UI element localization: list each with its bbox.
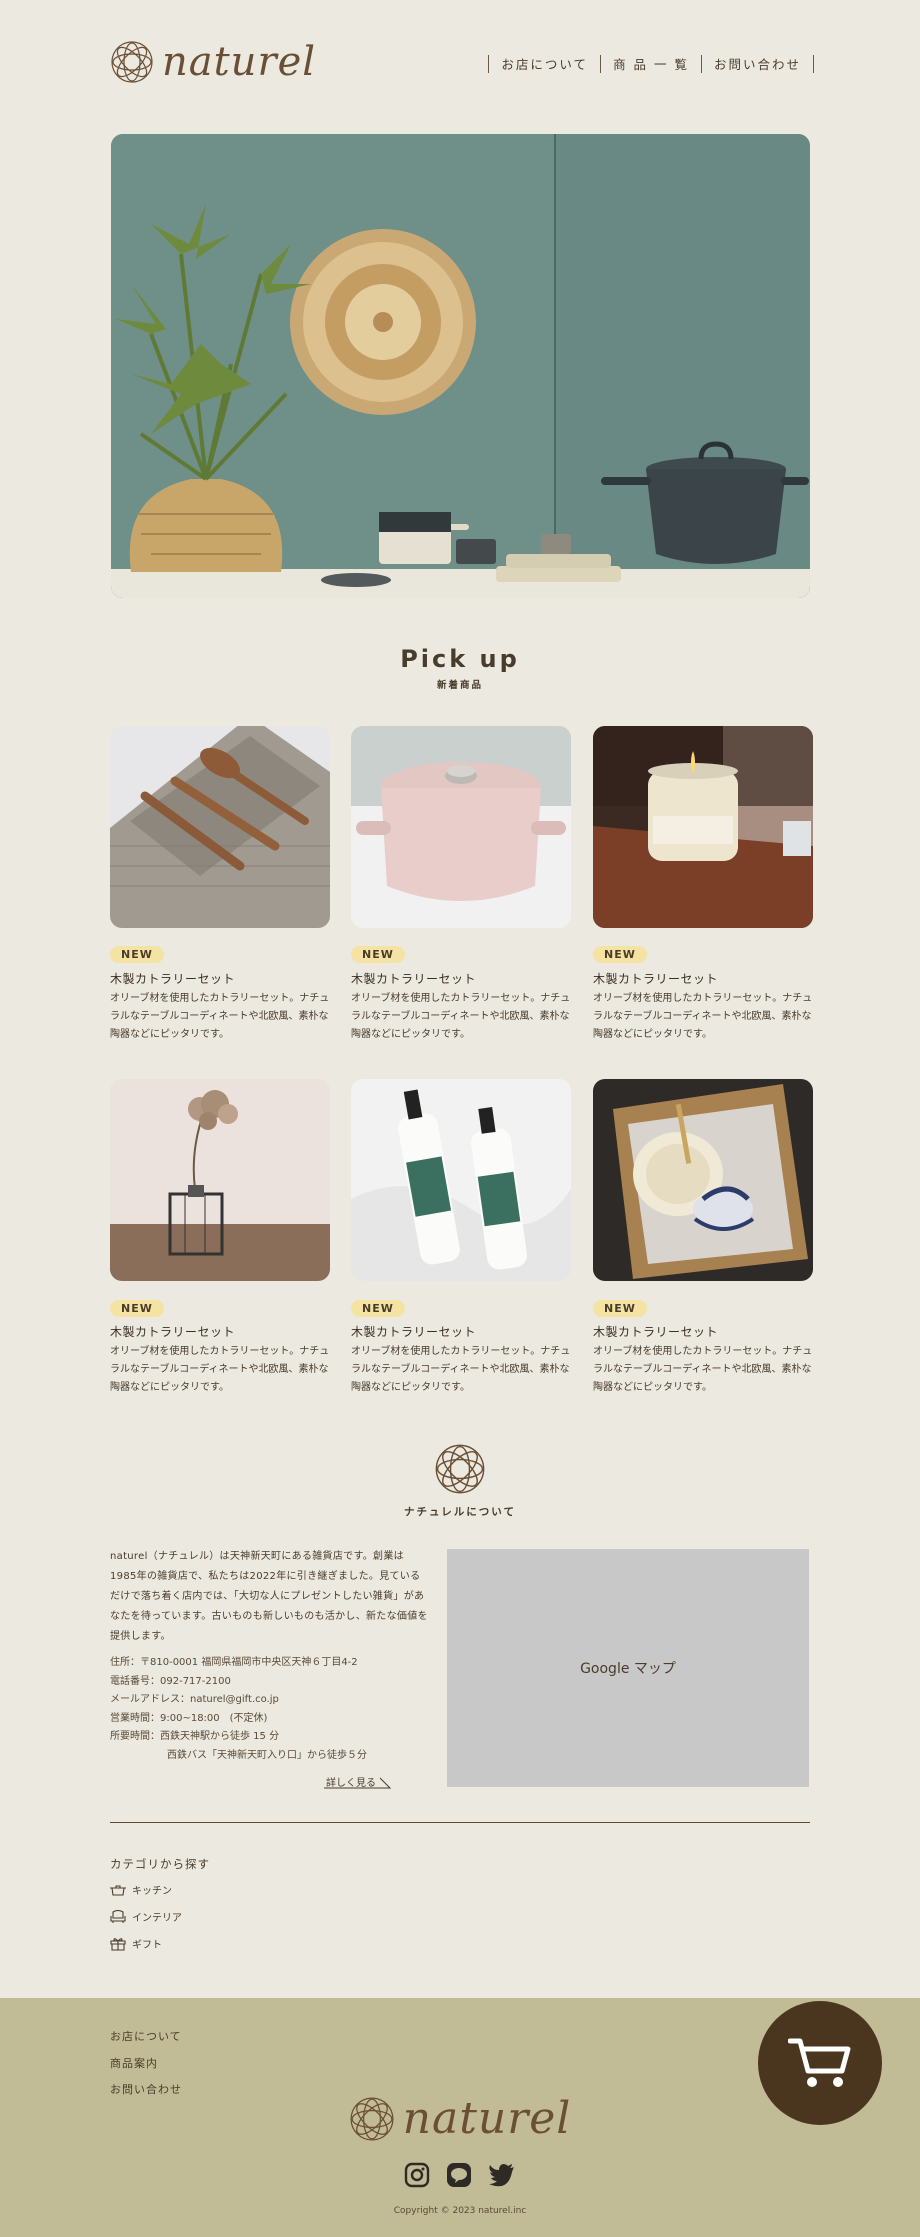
flower-emblem-icon bbox=[435, 1444, 485, 1494]
product-description: オリーブ材を使用したカトラリーセット。ナチュラルなテーブルコーディネートや北欧風… bbox=[593, 1346, 813, 1393]
nav-about[interactable]: お店について bbox=[489, 54, 600, 73]
flower-logo-icon bbox=[111, 41, 153, 83]
line-icon[interactable] bbox=[446, 2162, 472, 2188]
product-image-candle[interactable] bbox=[593, 726, 813, 928]
footer-link-contact[interactable]: お問い合わせ bbox=[110, 2081, 182, 2097]
product-description: オリーブ材を使用したカトラリーセット。ナチュラルなテーブルコーディネートや北欧風… bbox=[351, 1346, 571, 1393]
category-label: インテリア bbox=[132, 1913, 182, 1924]
product-image-basket[interactable] bbox=[593, 1079, 813, 1281]
product-badge-new: NEW bbox=[110, 943, 164, 963]
product-badge-new: NEW bbox=[351, 1297, 405, 1317]
shop-info-list: 住所：〒810-0001 福岡県福岡市中央区天神６丁目4-2 電話番号：092-… bbox=[110, 1654, 430, 1765]
pickup-title: Pick up bbox=[400, 645, 520, 673]
category-label: ギフト bbox=[132, 1940, 162, 1951]
product-card[interactable] bbox=[593, 1079, 813, 1281]
product-image-pot[interactable] bbox=[351, 726, 571, 928]
pot-icon bbox=[110, 1884, 126, 1896]
product-title[interactable]: 木製カトラリーセット bbox=[593, 1323, 718, 1340]
section-divider bbox=[110, 1822, 810, 1823]
product-image-lotion[interactable] bbox=[351, 1079, 571, 1281]
product-image-vase[interactable] bbox=[110, 1079, 330, 1281]
info-access-bus: 西鉄バス「天神新天町入り口」から徒歩５分 bbox=[167, 1749, 367, 1761]
category-label: キッチン bbox=[132, 1886, 172, 1897]
brand-name: naturel bbox=[162, 39, 317, 85]
gift-icon bbox=[110, 1937, 126, 1951]
hero-image bbox=[111, 134, 810, 598]
product-description: オリーブ材を使用したカトラリーセット。ナチュラルなテーブルコーディネートや北欧風… bbox=[351, 993, 571, 1040]
copyright: Copyright © 2023 naturel.inc bbox=[393, 2206, 527, 2216]
flower-logo-icon bbox=[350, 2097, 394, 2141]
map-label: Google マップ bbox=[580, 1661, 676, 1677]
product-card[interactable] bbox=[593, 726, 813, 928]
info-phone: 電話番号：092-717-2100 bbox=[110, 1675, 231, 1687]
info-hours: 営業時間：9:00~18:00 (不定休) bbox=[110, 1712, 268, 1724]
product-image-cutlery[interactable] bbox=[110, 726, 330, 928]
product-card[interactable] bbox=[351, 1079, 571, 1281]
product-badge-new: NEW bbox=[351, 943, 405, 963]
pickup-subtitle: 新着商品 bbox=[436, 680, 483, 691]
category-interior[interactable]: インテリア bbox=[110, 1909, 182, 1924]
product-description: オリーブ材を使用したカトラリーセット。ナチュラルなテーブルコーディネートや北欧風… bbox=[593, 993, 813, 1040]
about-description: naturel（ナチュレル）は天神新天町にある雑貨店です。創業は1985年の雑貨… bbox=[110, 1551, 428, 1642]
category-kitchen[interactable]: キッチン bbox=[110, 1882, 172, 1897]
cart-button[interactable] bbox=[758, 2001, 882, 2125]
chair-icon bbox=[110, 1909, 126, 1923]
product-badge-new: NEW bbox=[593, 943, 647, 963]
product-description: オリーブ材を使用したカトラリーセット。ナチュラルなテーブルコーディネートや北欧風… bbox=[110, 1346, 330, 1393]
about-title: ナチュレルについて bbox=[404, 1506, 516, 1518]
product-badge-new: NEW bbox=[110, 1297, 164, 1317]
site-logo[interactable]: naturel bbox=[110, 40, 316, 84]
category-gift[interactable]: ギフト bbox=[110, 1936, 162, 1951]
category-title: カテゴリから探す bbox=[110, 1857, 210, 1871]
cart-icon bbox=[788, 2038, 851, 2087]
product-title[interactable]: 木製カトラリーセット bbox=[351, 970, 476, 987]
nav-contact[interactable]: お問い合わせ bbox=[702, 54, 813, 73]
product-card[interactable] bbox=[351, 726, 571, 928]
arrow-right-icon bbox=[324, 1777, 392, 1789]
product-card[interactable] bbox=[110, 1079, 330, 1281]
product-card[interactable] bbox=[110, 726, 330, 928]
product-title[interactable]: 木製カトラリーセット bbox=[593, 970, 718, 987]
info-address: 住所：〒810-0001 福岡県福岡市中央区天神６丁目4-2 bbox=[110, 1657, 358, 1668]
instagram-icon[interactable] bbox=[404, 2162, 430, 2188]
main-nav: お店について 商 品 一 覧 お問い合わせ bbox=[488, 54, 814, 73]
google-map[interactable]: Google マップ bbox=[447, 1549, 809, 1787]
product-title[interactable]: 木製カトラリーセット bbox=[351, 1323, 476, 1340]
info-access: 所要時間：西鉄天神駅から徒歩 15 分 bbox=[110, 1731, 280, 1742]
more-link[interactable]: 詳しく見る bbox=[324, 1774, 392, 1789]
product-badge-new: NEW bbox=[593, 1297, 647, 1317]
footer-brand-name: naturel bbox=[402, 2093, 572, 2144]
product-title[interactable]: 木製カトラリーセット bbox=[110, 1323, 235, 1340]
social-links bbox=[0, 2162, 920, 2188]
twitter-icon[interactable] bbox=[488, 2162, 516, 2188]
footer-link-products[interactable]: 商品案内 bbox=[110, 2055, 158, 2071]
product-title[interactable]: 木製カトラリーセット bbox=[110, 970, 235, 987]
nav-divider bbox=[813, 54, 814, 73]
nav-products[interactable]: 商 品 一 覧 bbox=[601, 54, 701, 73]
info-email: メールアドレス：naturel@gift.co.jp bbox=[110, 1694, 279, 1705]
product-description: オリーブ材を使用したカトラリーセット。ナチュラルなテーブルコーディネートや北欧風… bbox=[110, 993, 330, 1040]
footer-link-about[interactable]: お店について bbox=[110, 2028, 182, 2044]
